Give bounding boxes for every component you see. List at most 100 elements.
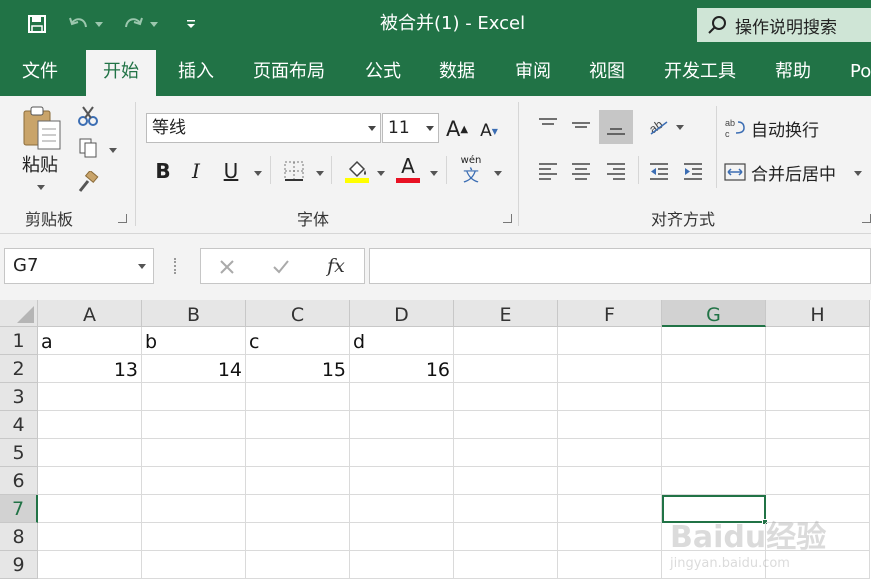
tab-help[interactable]: 帮助 [775, 50, 811, 96]
phonetic-dropdown-icon[interactable] [494, 171, 502, 176]
paste-dropdown-icon[interactable] [37, 185, 45, 190]
align-left-icon[interactable] [533, 156, 563, 186]
cell-d3[interactable] [350, 383, 454, 411]
borders-icon[interactable] [281, 158, 307, 184]
cell-d8[interactable] [350, 523, 454, 551]
cell-a6[interactable] [38, 467, 142, 495]
cell-f8[interactable] [558, 523, 662, 551]
cell-b6[interactable] [142, 467, 246, 495]
tab-power[interactable]: Po [850, 50, 871, 96]
undo-icon[interactable] [66, 12, 92, 36]
italic-button[interactable]: I [183, 158, 209, 184]
fill-color-icon[interactable] [343, 156, 371, 186]
cell-c7[interactable] [246, 495, 350, 523]
align-middle-icon[interactable] [566, 110, 596, 140]
font-name-select[interactable]: 等线 [146, 113, 381, 143]
font-color-dropdown-icon[interactable] [430, 171, 438, 176]
cell-f9[interactable] [558, 551, 662, 579]
grow-font-button[interactable]: A ▲ [444, 116, 470, 142]
cell-f4[interactable] [558, 411, 662, 439]
cell-f7[interactable] [558, 495, 662, 523]
cell-b1[interactable]: b [142, 327, 246, 355]
cell-g9[interactable] [662, 551, 766, 579]
enter-icon[interactable] [269, 255, 293, 279]
merge-dropdown-icon[interactable] [854, 171, 862, 176]
customize-qat-icon[interactable] [182, 12, 200, 36]
cell-e5[interactable] [454, 439, 558, 467]
formula-bar-grip[interactable] [174, 258, 178, 274]
underline-button[interactable]: U [218, 158, 244, 184]
copy-icon[interactable] [76, 136, 100, 160]
tab-formulas[interactable]: 公式 [365, 50, 401, 96]
font-size-select[interactable]: 11 [382, 113, 439, 143]
row-header-7[interactable]: 7 [0, 495, 38, 523]
column-header-e[interactable]: E [454, 300, 558, 327]
align-right-icon[interactable] [601, 156, 631, 186]
cell-d2[interactable]: 16 [350, 355, 454, 383]
cell-b9[interactable] [142, 551, 246, 579]
undo-dropdown-icon[interactable] [93, 12, 105, 36]
borders-dropdown-icon[interactable] [316, 171, 324, 176]
align-top-icon[interactable] [533, 110, 563, 140]
alignment-launcher-icon[interactable] [862, 214, 871, 223]
cell-d4[interactable] [350, 411, 454, 439]
wrap-text-button[interactable]: ab c 自动换行 [724, 114, 844, 142]
cell-e7[interactable] [454, 495, 558, 523]
cell-d7[interactable] [350, 495, 454, 523]
underline-dropdown-icon[interactable] [254, 171, 262, 176]
cell-a7[interactable] [38, 495, 142, 523]
column-header-d[interactable]: D [350, 300, 454, 327]
cell-b5[interactable] [142, 439, 246, 467]
formula-input[interactable] [369, 248, 871, 284]
cell-b8[interactable] [142, 523, 246, 551]
fill-color-dropdown-icon[interactable] [377, 171, 385, 176]
merge-center-button[interactable]: 合并后居中 [724, 158, 844, 186]
tab-page-layout[interactable]: 页面布局 [253, 50, 325, 96]
cell-e6[interactable] [454, 467, 558, 495]
cell-b3[interactable] [142, 383, 246, 411]
cell-g2[interactable] [662, 355, 766, 383]
column-header-f[interactable]: F [558, 300, 662, 327]
row-header-1[interactable]: 1 [0, 327, 38, 355]
cell-b2[interactable]: 14 [142, 355, 246, 383]
tab-insert[interactable]: 插入 [178, 50, 214, 96]
cell-h1[interactable] [766, 327, 870, 355]
cell-a8[interactable] [38, 523, 142, 551]
decrease-indent-icon[interactable] [645, 156, 673, 186]
column-header-c[interactable]: C [246, 300, 350, 327]
tab-developer[interactable]: 开发工具 [664, 50, 736, 96]
orientation-dropdown-icon[interactable] [676, 125, 684, 130]
cell-f1[interactable] [558, 327, 662, 355]
cell-a4[interactable] [38, 411, 142, 439]
shrink-font-button[interactable]: A ▼ [476, 118, 502, 144]
bold-button[interactable]: B [150, 158, 176, 184]
cell-c9[interactable] [246, 551, 350, 579]
column-header-h[interactable]: H [766, 300, 870, 327]
cell-a2[interactable]: 13 [38, 355, 142, 383]
clipboard-launcher-icon[interactable] [118, 214, 127, 223]
cell-c5[interactable] [246, 439, 350, 467]
font-color-button[interactable]: A [394, 154, 422, 184]
cell-e3[interactable] [454, 383, 558, 411]
column-header-b[interactable]: B [142, 300, 246, 327]
cell-f5[interactable] [558, 439, 662, 467]
cell-a3[interactable] [38, 383, 142, 411]
cell-c6[interactable] [246, 467, 350, 495]
column-header-a[interactable]: A [38, 300, 142, 327]
cell-h4[interactable] [766, 411, 870, 439]
redo-icon[interactable] [120, 12, 146, 36]
cell-c8[interactable] [246, 523, 350, 551]
cell-h3[interactable] [766, 383, 870, 411]
cell-c2[interactable]: 15 [246, 355, 350, 383]
redo-dropdown-icon[interactable] [148, 12, 160, 36]
align-bottom-icon[interactable] [599, 110, 633, 144]
cell-c4[interactable] [246, 411, 350, 439]
cell-h7[interactable] [766, 495, 870, 523]
cell-a5[interactable] [38, 439, 142, 467]
cell-g1[interactable] [662, 327, 766, 355]
cell-g6[interactable] [662, 467, 766, 495]
row-header-2[interactable]: 2 [0, 355, 38, 383]
cut-icon[interactable] [76, 104, 100, 128]
row-header-5[interactable]: 5 [0, 439, 38, 467]
paste-icon[interactable] [18, 104, 66, 152]
